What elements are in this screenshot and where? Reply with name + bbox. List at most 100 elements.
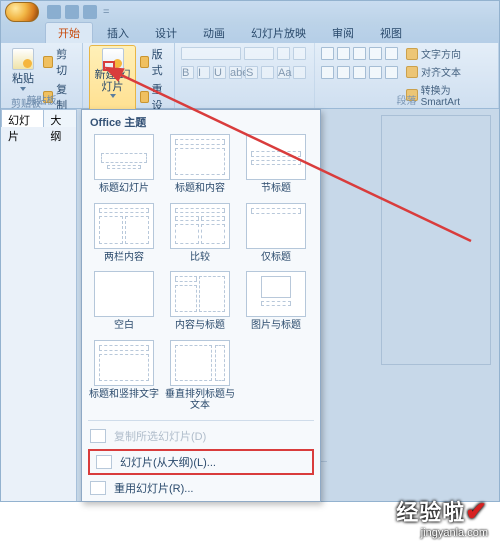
layout-title-slide[interactable]: 标题幻灯片 [86,132,162,201]
qat-save-icon[interactable] [47,5,61,19]
slide-canvas-fragment [381,115,491,365]
watermark-logo: 经验啦✔ [396,495,488,527]
layout-label: 比较 [190,252,210,264]
watermark: 经验啦✔ jingyanla.com [396,495,488,539]
qat-undo-icon[interactable] [65,5,79,19]
paste-label: 粘贴 [12,70,34,86]
menu-duplicate-slide: 复制所选幻灯片(D) [82,423,320,449]
shrink-font-icon[interactable] [293,47,306,60]
menu-slides-from-outline[interactable]: 幻灯片(从大纲)(L)... [88,449,314,475]
left-pane-tabs: 幻灯片 大纲 [1,109,76,127]
layout-label: 节标题 [261,183,291,195]
group-font: B I U abe S Aa [175,43,315,108]
menu-label: 复制所选幻灯片(D) [114,428,206,444]
layout-vertical-title-text[interactable]: 垂直排列标题与文本 [162,338,238,418]
layout-picture-caption[interactable]: 图片与标题 [238,269,314,338]
gallery-title: Office 主题 [82,110,320,132]
qat-redo-icon[interactable] [83,5,97,19]
layout-content-caption[interactable]: 内容与标题 [162,269,238,338]
align-left-icon[interactable] [321,66,334,79]
layout-title-only[interactable]: 仅标题 [238,201,314,270]
align-center-icon[interactable] [337,66,350,79]
cut-button[interactable]: 剪切 [41,45,76,79]
layout-title-content[interactable]: 标题和内容 [162,132,238,201]
align-text-button[interactable]: 对齐文本 [404,63,492,80]
tab-design[interactable]: 设计 [143,23,189,43]
layout-icon [140,56,149,68]
inc-indent-icon[interactable] [369,47,382,60]
tab-view[interactable]: 视图 [368,23,414,43]
tab-home[interactable]: 开始 [45,22,93,43]
paste-icon [12,48,34,70]
layout-two-content[interactable]: 两栏内容 [86,201,162,270]
font-size-combo[interactable] [244,47,274,60]
watermark-brand: 经验啦 [396,500,465,525]
dec-indent-icon[interactable] [353,47,366,60]
cut-icon [43,56,53,68]
duplicate-icon [90,429,106,443]
shadow-icon[interactable]: S [245,66,258,79]
layout-label: 垂直排列标题与文本 [162,389,238,412]
layout-blank[interactable]: 空白 [86,269,162,338]
layout-button[interactable]: 版式 [138,45,168,79]
outline-icon [96,455,112,469]
new-slide-label: 新建 幻灯片 [94,70,131,93]
underline-icon[interactable]: U [213,66,226,79]
tab-review[interactable]: 审阅 [320,23,366,43]
layout-label: 标题和内容 [175,183,225,195]
change-case-icon[interactable]: Aa [277,66,290,79]
layout-section-header[interactable]: 节标题 [238,132,314,201]
layout-label: 版式 [152,46,166,78]
layout-comparison[interactable]: 比较 [162,201,238,270]
tab-slides-panel[interactable]: 幻灯片 [1,109,44,127]
tab-outline-panel[interactable]: 大纲 [43,109,77,127]
text-direction-button[interactable]: 文字方向 [404,45,492,62]
italic-icon[interactable]: I [197,66,210,79]
layout-label: 空白 [114,320,134,332]
reuse-icon [90,481,106,495]
check-icon: ✔ [465,496,488,526]
tab-insert[interactable]: 插入 [95,23,141,43]
layout-label: 两栏内容 [104,252,144,264]
justify-icon[interactable] [369,66,382,79]
group-slides: 新建 幻灯片 版式 重设 删除 [83,43,175,108]
font-family-combo[interactable] [181,47,241,60]
text-direction-icon [406,48,418,60]
chevron-down-icon[interactable] [108,94,118,99]
menu-label: 幻灯片(从大纲)(L)... [120,454,216,470]
numbering-icon[interactable] [337,47,350,60]
layout-label: 仅标题 [261,252,291,264]
group-label-paragraph: 段落 [315,92,498,107]
align-text-icon [406,66,418,78]
grow-font-icon[interactable] [277,47,290,60]
app-window: = 开始 插入 设计 动画 幻灯片放映 审阅 视图 粘贴 剪切 复制 格式刷 [0,0,500,502]
bullets-icon[interactable] [321,47,334,60]
quick-access-toolbar [47,5,97,19]
new-slide-gallery: Office 主题 标题幻灯片 标题和内容 节标题 两栏内容 比较 仅标题 空白… [81,109,321,502]
titlebar: = [1,1,499,23]
gallery-grid: 标题幻灯片 标题和内容 节标题 两栏内容 比较 仅标题 空白 内容与标题 图片与… [82,132,320,418]
reset-icon [140,91,149,103]
layout-title-vertical-text[interactable]: 标题和竖排文字 [86,338,162,418]
columns-icon[interactable] [385,66,398,79]
layout-label: 标题和竖排文字 [89,389,159,401]
ribbon: 粘贴 剪切 复制 格式刷 剪贴板 新建 幻灯片 版式 [1,43,499,109]
bold-icon[interactable]: B [181,66,194,79]
strike-icon[interactable]: abe [229,66,242,79]
font-color-icon[interactable] [293,66,306,79]
ribbon-tabs: 开始 插入 设计 动画 幻灯片放映 审阅 视图 [1,23,499,43]
menu-label: 重用幻灯片(R)... [114,480,193,496]
cut-label: 剪切 [56,46,74,78]
layout-label: 图片与标题 [251,320,301,332]
tab-slideshow[interactable]: 幻灯片放映 [239,23,318,43]
office-button[interactable] [5,2,39,22]
line-spacing-icon[interactable] [385,47,398,60]
char-spacing-icon[interactable] [261,66,274,79]
tab-anim[interactable]: 动画 [191,23,237,43]
align-text-label: 对齐文本 [421,64,461,79]
slide-area: Office 主题 标题幻灯片 标题和内容 节标题 两栏内容 比较 仅标题 空白… [77,109,499,501]
text-dir-label: 文字方向 [421,46,461,61]
left-pane: 幻灯片 大纲 [1,109,77,501]
align-right-icon[interactable] [353,66,366,79]
menu-reuse-slides[interactable]: 重用幻灯片(R)... [82,475,320,501]
